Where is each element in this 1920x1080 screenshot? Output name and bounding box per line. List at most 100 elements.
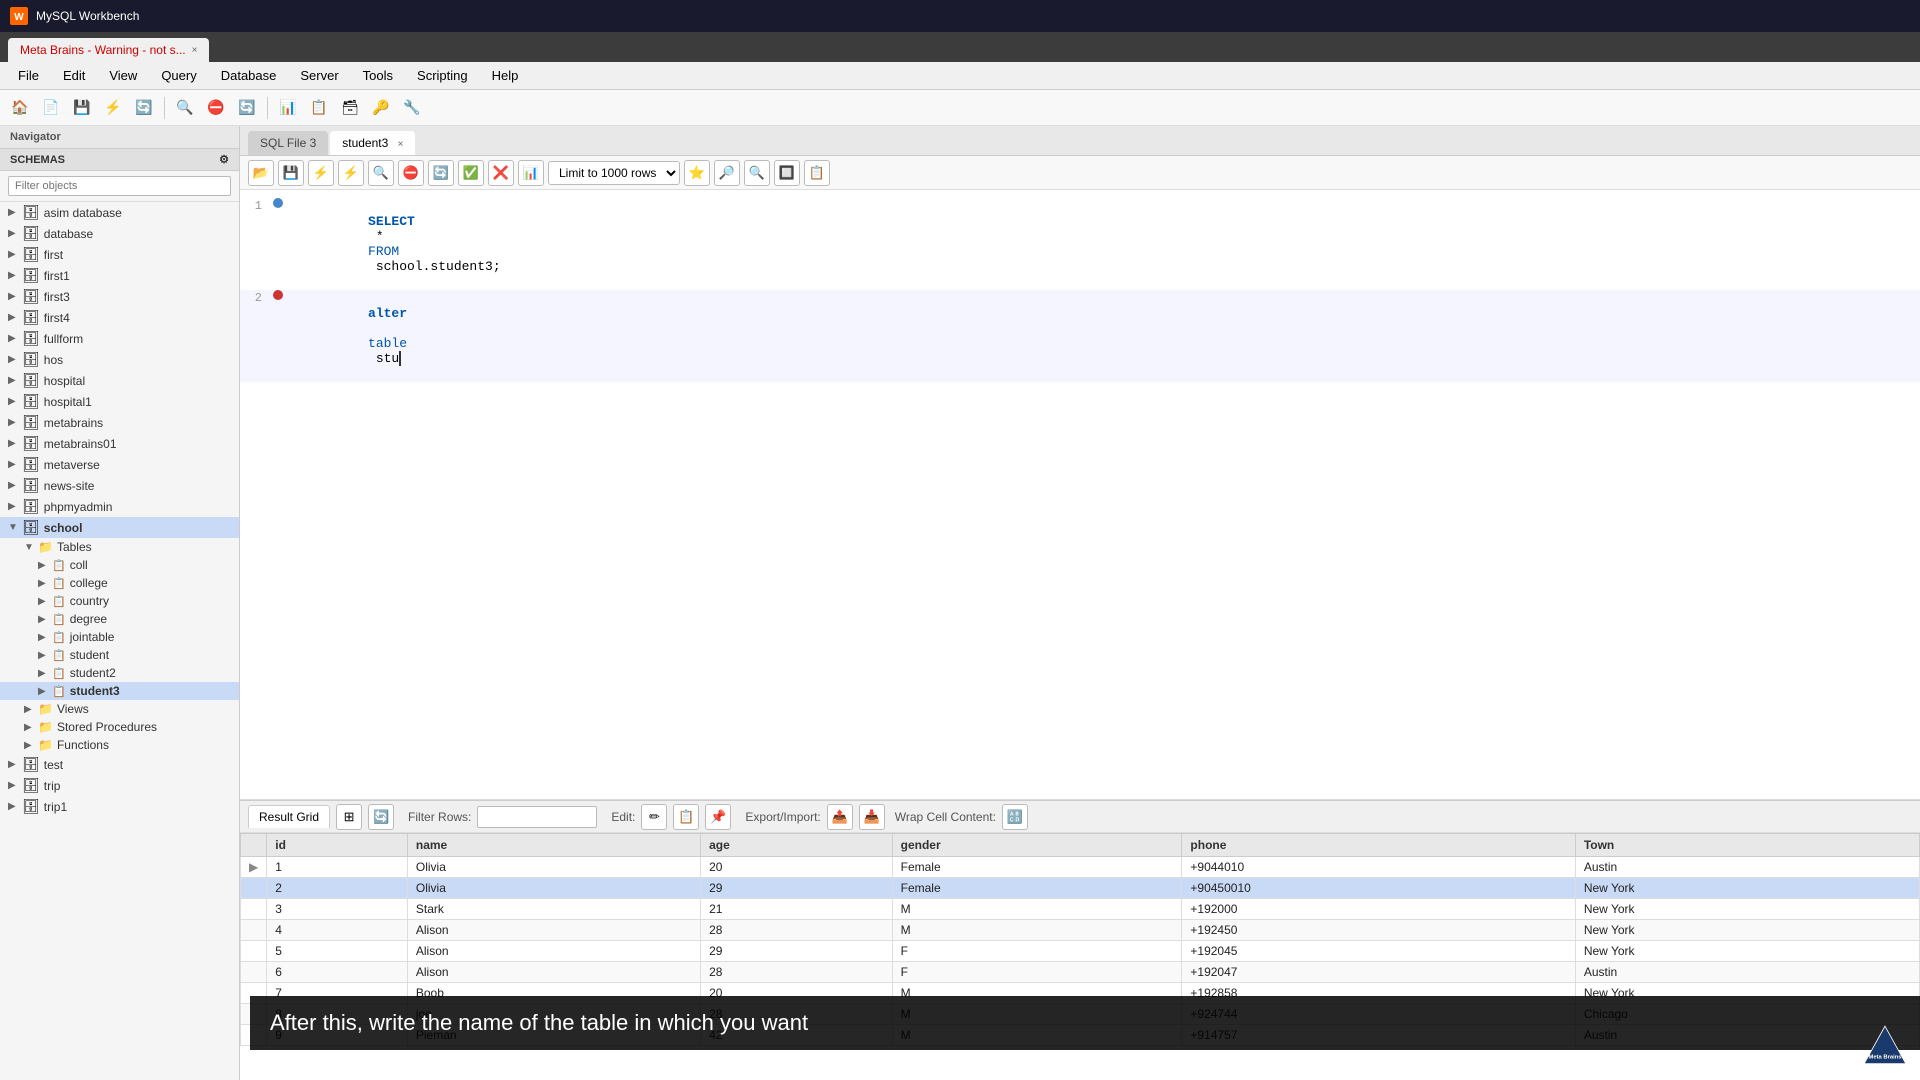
filter-input[interactable] <box>8 176 231 196</box>
query-tab-student3[interactable]: student3 × <box>330 131 415 155</box>
row-expander[interactable]: ▶ <box>241 857 267 878</box>
toolbar-btn6[interactable]: 🔍 <box>171 94 199 122</box>
limit-rows-select[interactable]: Limit to 1000 rows Limit to 200 rows Lim… <box>548 161 680 185</box>
code-content-1[interactable]: SELECT * FROM school.student3; <box>286 198 1920 290</box>
schema-item-student2[interactable]: ▶ 📋 student2 <box>0 664 239 682</box>
expander-phpmyadmin[interactable]: ▶ <box>8 501 22 512</box>
expander-functions[interactable]: ▶ <box>24 740 38 751</box>
row-expander[interactable] <box>241 941 267 962</box>
toolbar-btn2[interactable]: 📄 <box>37 94 65 122</box>
schema-item-student[interactable]: ▶ 📋 student <box>0 646 239 664</box>
toolbar-btn7[interactable]: ⛔ <box>202 94 230 122</box>
schema-item-functions[interactable]: ▶ 📁 Functions <box>0 736 239 754</box>
schema-item-phpmyadmin[interactable]: ▶ 🗄 phpmyadmin <box>0 496 239 517</box>
table-row[interactable]: 3 Stark 21 M +192000 New York <box>241 899 1920 920</box>
schema-item-degree[interactable]: ▶ 📋 degree <box>0 610 239 628</box>
btn-explain[interactable]: 🔍 <box>368 160 394 186</box>
btn-zoom-in[interactable]: 🔎 <box>714 160 740 186</box>
col-header-age[interactable]: age <box>701 834 893 857</box>
schema-item-hos[interactable]: ▶ 🗄 hos <box>0 349 239 370</box>
btn-save[interactable]: 💾 <box>278 160 304 186</box>
row-expander[interactable] <box>241 899 267 920</box>
window-tab-close[interactable]: × <box>192 45 198 56</box>
menu-query[interactable]: Query <box>151 64 206 87</box>
menu-database[interactable]: Database <box>211 64 287 87</box>
schema-item-trip[interactable]: ▶ 🗄 trip <box>0 775 239 796</box>
expander-stored-procs[interactable]: ▶ <box>24 722 38 733</box>
filter-rows-input[interactable] <box>477 806 597 828</box>
schema-item-asim[interactable]: ▶ 🗄 asim database <box>0 202 239 223</box>
btn-execute[interactable]: ⚡ <box>308 160 334 186</box>
table-row[interactable]: 4 Alison 28 M +192450 New York <box>241 920 1920 941</box>
expander-student[interactable]: ▶ <box>38 650 52 661</box>
schema-item-test[interactable]: ▶ 🗄 test <box>0 754 239 775</box>
expander-hospital[interactable]: ▶ <box>8 375 22 386</box>
col-header-name[interactable]: name <box>407 834 700 857</box>
col-header-phone[interactable]: phone <box>1182 834 1575 857</box>
schema-item-tables[interactable]: ▼ 📁 Tables <box>0 538 239 556</box>
toolbar-btn11[interactable]: 🗃 <box>336 94 364 122</box>
expander-metaverse[interactable]: ▶ <box>8 459 22 470</box>
schema-item-stored-procedures[interactable]: ▶ 📁 Stored Procedures <box>0 718 239 736</box>
menu-server[interactable]: Server <box>290 64 348 87</box>
btn-toggle-output[interactable]: 📊 <box>518 160 544 186</box>
expander-first[interactable]: ▶ <box>8 249 22 260</box>
schema-item-student3[interactable]: ▶ 📋 student3 <box>0 682 239 700</box>
menu-view[interactable]: View <box>99 64 147 87</box>
code-content-2[interactable]: alter table stu <box>286 290 1920 382</box>
schema-item-trip1[interactable]: ▶ 🗄 trip1 <box>0 796 239 817</box>
schema-item-first1[interactable]: ▶ 🗄 first1 <box>0 265 239 286</box>
schema-item-first3[interactable]: ▶ 🗄 first3 <box>0 286 239 307</box>
table-row[interactable]: 6 Alison 28 F +192047 Austin <box>241 962 1920 983</box>
btn-reset-zoom[interactable]: 🔲 <box>774 160 800 186</box>
edit-btn-paste[interactable]: 📌 <box>705 804 731 830</box>
toolbar-btn9[interactable]: 📊 <box>274 94 302 122</box>
menu-help[interactable]: Help <box>482 64 529 87</box>
expander-metabrains01[interactable]: ▶ <box>8 438 22 449</box>
expander-school[interactable]: ▼ <box>8 522 22 533</box>
btn-stop[interactable]: ⛔ <box>398 160 424 186</box>
toolbar-btn3[interactable]: 💾 <box>68 94 96 122</box>
expander-database[interactable]: ▶ <box>8 228 22 239</box>
toolbar-btn10[interactable]: 📋 <box>305 94 333 122</box>
expander-views[interactable]: ▶ <box>24 704 38 715</box>
schema-item-newssite[interactable]: ▶ 🗄 news-site <box>0 475 239 496</box>
row-expander[interactable] <box>241 878 267 899</box>
table-row[interactable]: 5 Alison 29 F +192045 New York <box>241 941 1920 962</box>
schema-item-college[interactable]: ▶ 📋 college <box>0 574 239 592</box>
col-header-town[interactable]: Town <box>1575 834 1919 857</box>
result-btn-table[interactable]: ⊞ <box>336 804 362 830</box>
toolbar-btn5[interactable]: 🔄 <box>130 94 158 122</box>
expander-country[interactable]: ▶ <box>38 596 52 607</box>
btn-star[interactable]: ⭐ <box>684 160 710 186</box>
toolbar-btn8[interactable]: 🔄 <box>233 94 261 122</box>
expander-first3[interactable]: ▶ <box>8 291 22 302</box>
expander-first1[interactable]: ▶ <box>8 270 22 281</box>
schema-item-database[interactable]: ▶ 🗄 database <box>0 223 239 244</box>
expander-student3[interactable]: ▶ <box>38 686 52 697</box>
import-btn[interactable]: 📥 <box>859 804 885 830</box>
menu-edit[interactable]: Edit <box>53 64 95 87</box>
edit-btn-copy[interactable]: 📋 <box>673 804 699 830</box>
schema-item-views[interactable]: ▶ 📁 Views <box>0 700 239 718</box>
query-tab-sqlfile3[interactable]: SQL File 3 <box>248 131 328 155</box>
expander-test[interactable]: ▶ <box>8 759 22 770</box>
expander-trip1[interactable]: ▶ <box>8 801 22 812</box>
schema-item-hospital[interactable]: ▶ 🗄 hospital <box>0 370 239 391</box>
export-btn[interactable]: 📤 <box>827 804 853 830</box>
toolbar-btn13[interactable]: 🔧 <box>398 94 426 122</box>
schema-item-country[interactable]: ▶ 📋 country <box>0 592 239 610</box>
expander-asim[interactable]: ▶ <box>8 207 22 218</box>
col-header-gender[interactable]: gender <box>892 834 1182 857</box>
query-tab-close-student3[interactable]: × <box>398 139 404 150</box>
expander-jointable[interactable]: ▶ <box>38 632 52 643</box>
code-editor[interactable]: 1 SELECT * FROM school.student3; 2 <box>240 190 1920 800</box>
btn-format[interactable]: 📋 <box>804 160 830 186</box>
expander-first4[interactable]: ▶ <box>8 312 22 323</box>
btn-refresh[interactable]: 🔄 <box>428 160 454 186</box>
expander-degree[interactable]: ▶ <box>38 614 52 625</box>
expander-hos[interactable]: ▶ <box>8 354 22 365</box>
expander-student2[interactable]: ▶ <box>38 668 52 679</box>
result-tab-grid[interactable]: Result Grid <box>248 805 330 828</box>
table-row[interactable]: ▶ 1 Olivia 20 Female +9044010 Austin <box>241 857 1920 878</box>
